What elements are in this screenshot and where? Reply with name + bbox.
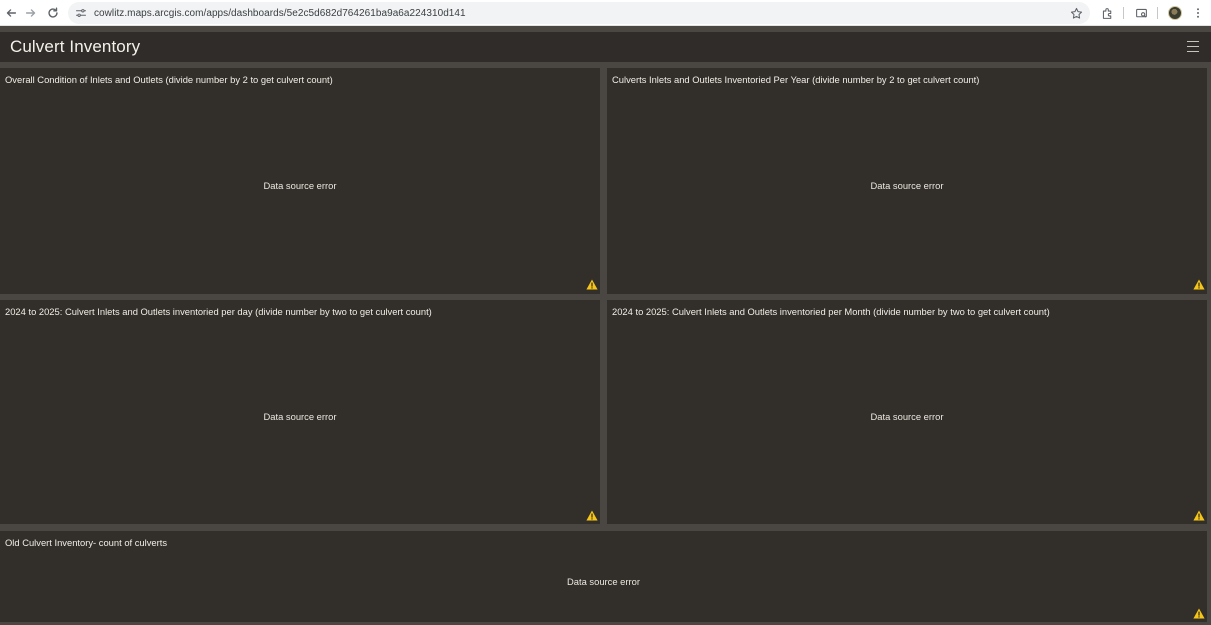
hamburger-menu-icon[interactable] <box>1187 41 1199 52</box>
warning-icon[interactable] <box>1193 510 1205 521</box>
panel-inventoried-per-day: 2024 to 2025: Culvert Inlets and Outlets… <box>0 300 600 524</box>
panel-inventoried-per-year: Culverts Inlets and Outlets Inventoried … <box>607 68 1207 294</box>
toolbar-divider <box>1123 7 1124 19</box>
panel-title: 2024 to 2025: Culvert Inlets and Outlets… <box>5 306 432 317</box>
data-source-error-text: Data source error <box>263 180 337 191</box>
extensions-icon[interactable] <box>1096 0 1118 26</box>
panel-inventoried-per-month: 2024 to 2025: Culvert Inlets and Outlets… <box>607 300 1207 524</box>
data-source-error-text: Data source error <box>263 411 337 422</box>
address-bar[interactable]: cowlitz.maps.arcgis.com/apps/dashboards/… <box>68 2 1090 24</box>
data-source-error-text: Data source error <box>870 180 944 191</box>
browser-toolbar: cowlitz.maps.arcgis.com/apps/dashboards/… <box>0 0 1211 26</box>
panel-title: 2024 to 2025: Culvert Inlets and Outlets… <box>612 306 1050 317</box>
panel-old-culvert-inventory: Old Culvert Inventory- count of culverts… <box>0 531 1207 622</box>
panel-title: Overall Condition of Inlets and Outlets … <box>5 74 333 85</box>
warning-icon[interactable] <box>1193 279 1205 290</box>
back-arrow-icon[interactable] <box>0 2 22 24</box>
reload-icon[interactable] <box>42 2 64 24</box>
more-vert-icon[interactable] <box>1187 0 1209 26</box>
warning-icon[interactable] <box>586 279 598 290</box>
dashboard-title: Culvert Inventory <box>10 37 141 56</box>
data-source-error-text: Data source error <box>870 411 944 422</box>
warning-icon[interactable] <box>1193 608 1205 619</box>
profile-avatar[interactable] <box>1164 0 1186 26</box>
forward-arrow-icon[interactable] <box>20 2 42 24</box>
url-text[interactable]: cowlitz.maps.arcgis.com/apps/dashboards/… <box>94 8 466 19</box>
data-source-error-text: Data source error <box>567 576 640 587</box>
panel-title: Old Culvert Inventory- count of culverts <box>5 537 168 548</box>
panel-title: Culverts Inlets and Outlets Inventoried … <box>612 74 980 85</box>
dashboard-header: Culvert Inventory <box>0 32 1211 62</box>
bookmark-star-icon[interactable] <box>1068 5 1084 21</box>
warning-icon[interactable] <box>586 510 598 521</box>
site-settings-icon[interactable] <box>70 2 92 24</box>
cast-icon[interactable] <box>1130 0 1152 26</box>
panel-overall-condition: Overall Condition of Inlets and Outlets … <box>0 68 600 294</box>
toolbar-divider <box>1157 7 1158 19</box>
